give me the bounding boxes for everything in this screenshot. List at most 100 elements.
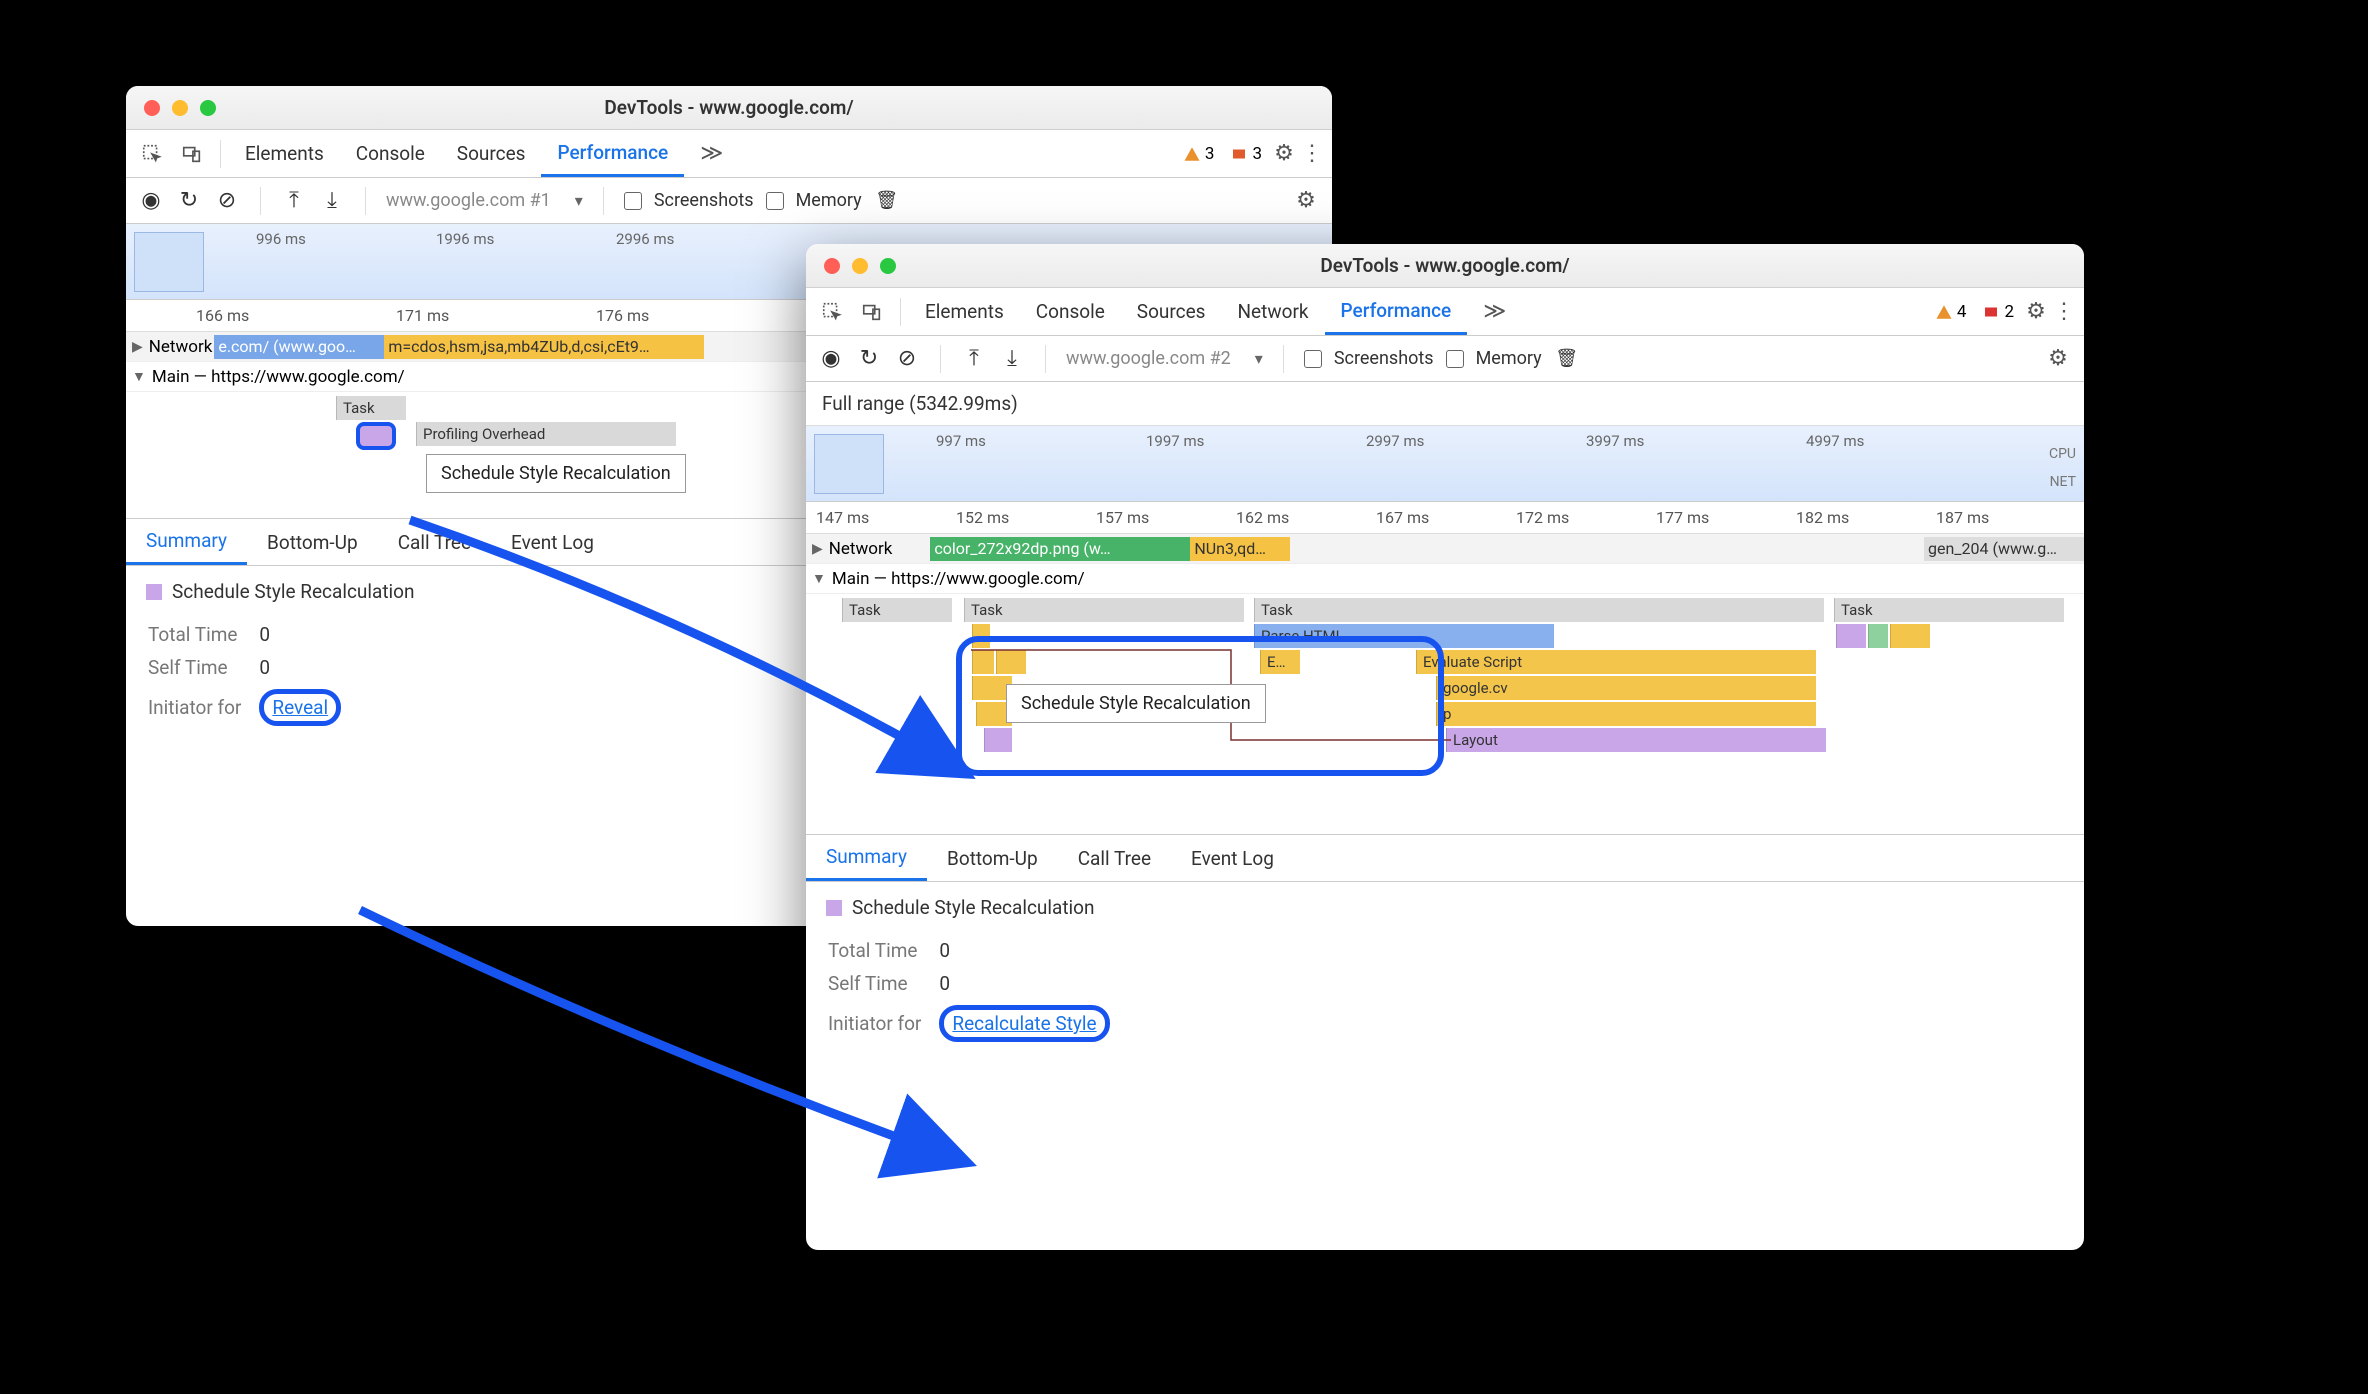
- color-swatch: [826, 900, 842, 916]
- flame-bar-task[interactable]: Task: [336, 396, 406, 420]
- flame-bar-p[interactable]: p: [1436, 702, 1816, 726]
- recording-select[interactable]: www.google.com #1: [386, 190, 551, 211]
- tab-elements[interactable]: Elements: [909, 288, 1020, 335]
- flame-bar-layout[interactable]: Layout: [1446, 728, 1826, 752]
- settings-icon[interactable]: ⚙: [1270, 141, 1298, 166]
- screenshots-checkbox[interactable]: [624, 192, 642, 210]
- flame-bar-task[interactable]: Task: [964, 598, 1244, 622]
- chevron-down-icon[interactable]: ▼: [132, 368, 146, 385]
- gc-icon[interactable]: 🗑: [1554, 348, 1580, 369]
- gc-icon[interactable]: 🗑: [874, 190, 900, 211]
- kebab-menu-icon[interactable]: ⋮: [2050, 299, 2078, 324]
- device-icon[interactable]: [176, 138, 208, 170]
- network-item[interactable]: gen_204 (www.g…: [1924, 537, 2084, 561]
- main-tabbar: Elements Console Sources Performance ≫ 3…: [126, 130, 1332, 178]
- tabs-overflow-icon[interactable]: ≫: [684, 130, 739, 177]
- zoom-window-icon[interactable]: [880, 258, 896, 274]
- warnings-badge[interactable]: 3: [1183, 144, 1215, 164]
- flame-bar-selected[interactable]: [356, 422, 396, 450]
- warnings-badge[interactable]: 4: [1935, 302, 1967, 322]
- chevron-right-icon[interactable]: ▶: [812, 541, 823, 557]
- devtools-window-2: DevTools - www.google.com/ Elements Cons…: [806, 244, 2084, 1250]
- flame-bar[interactable]: [1890, 624, 1930, 648]
- tab-network[interactable]: Network: [1221, 288, 1324, 335]
- reload-icon[interactable]: ↻: [856, 346, 882, 371]
- upload-icon[interactable]: ⤒: [281, 188, 307, 213]
- download-icon[interactable]: ⤓: [999, 346, 1025, 371]
- tab-elements[interactable]: Elements: [229, 130, 340, 177]
- download-icon[interactable]: ⤓: [319, 188, 345, 213]
- flame-bar-task[interactable]: Task: [842, 598, 952, 622]
- close-window-icon[interactable]: [144, 100, 160, 116]
- capture-settings-icon[interactable]: ⚙: [2044, 346, 2072, 371]
- tabs-overflow-icon[interactable]: ≫: [1467, 288, 1522, 335]
- clear-icon[interactable]: ⊘: [894, 346, 920, 371]
- tab-event-log[interactable]: Event Log: [491, 519, 614, 565]
- tab-call-tree[interactable]: Call Tree: [1058, 835, 1171, 881]
- flame-bar[interactable]: [1868, 624, 1888, 648]
- flame-bar-profiling[interactable]: Profiling Overhead: [416, 422, 676, 446]
- tab-summary[interactable]: Summary: [126, 519, 247, 565]
- memory-checkbox[interactable]: [766, 192, 784, 210]
- tab-bottom-up[interactable]: Bottom-Up: [247, 519, 378, 565]
- network-item[interactable]: m=cdos,hsm,jsa,mb4ZUb,d,csi,cEt9…: [384, 335, 704, 359]
- flame-chart[interactable]: Task Task Task Task Parse HTML E… Evalua…: [806, 594, 2084, 834]
- separator: [220, 140, 221, 168]
- record-icon[interactable]: ◉: [138, 188, 164, 213]
- main-track-header[interactable]: ▼ Main — https://www.google.com/: [806, 564, 2084, 594]
- chevron-down-icon[interactable]: ▼: [812, 570, 826, 587]
- network-item[interactable]: color_272x92dp.png (w…: [930, 537, 1190, 561]
- time-ruler[interactable]: 147 ms 152 ms 157 ms 162 ms 167 ms 172 m…: [806, 502, 2084, 534]
- tab-console[interactable]: Console: [1020, 288, 1121, 335]
- tab-summary[interactable]: Summary: [806, 835, 927, 881]
- close-window-icon[interactable]: [824, 258, 840, 274]
- upload-icon[interactable]: ⤒: [961, 346, 987, 371]
- reload-icon[interactable]: ↻: [176, 188, 202, 213]
- flame-bar-task[interactable]: Task: [1254, 598, 1824, 622]
- network-item[interactable]: NUn3,qd…: [1190, 537, 1290, 561]
- network-item[interactable]: e.com/ (www.goo…: [214, 335, 384, 359]
- tab-performance[interactable]: Performance: [1325, 288, 1468, 335]
- capture-settings-icon[interactable]: ⚙: [1292, 188, 1320, 213]
- memory-checkbox[interactable]: [1446, 350, 1464, 368]
- reveal-link[interactable]: Reveal: [272, 696, 328, 719]
- tab-console[interactable]: Console: [340, 130, 441, 177]
- record-icon[interactable]: ◉: [818, 346, 844, 371]
- network-track-header[interactable]: ▶ Network color_272x92dp.png (w… NUn3,qd…: [806, 534, 2084, 564]
- main-tabbar: Elements Console Sources Network Perform…: [806, 288, 2084, 336]
- chevron-right-icon[interactable]: ▶: [132, 339, 143, 355]
- tab-bottom-up[interactable]: Bottom-Up: [927, 835, 1058, 881]
- tab-call-tree[interactable]: Call Tree: [378, 519, 491, 565]
- annotation-callout: [956, 636, 1444, 776]
- overview-pane[interactable]: 997 ms 1997 ms 2997 ms 3997 ms 4997 ms C…: [806, 426, 2084, 502]
- dropdown-icon[interactable]: ▾: [575, 191, 583, 210]
- flame-bar[interactable]: [1836, 624, 1866, 648]
- minimize-window-icon[interactable]: [852, 258, 868, 274]
- titlebar[interactable]: DevTools - www.google.com/: [126, 86, 1332, 130]
- flame-bar-evaluate-script[interactable]: Evaluate Script: [1416, 650, 1816, 674]
- kebab-menu-icon[interactable]: ⋮: [1298, 141, 1326, 166]
- overview-thumb: [134, 232, 204, 292]
- issues-badge[interactable]: 2: [1982, 302, 2014, 322]
- color-swatch: [146, 584, 162, 600]
- inspect-icon[interactable]: [136, 138, 168, 170]
- tab-event-log[interactable]: Event Log: [1171, 835, 1294, 881]
- summary-table: Total Time0 Self Time0 Initiator forReca…: [826, 933, 1128, 1048]
- screenshots-checkbox[interactable]: [1304, 350, 1322, 368]
- recalculate-style-link[interactable]: Recalculate Style: [952, 1012, 1096, 1035]
- dropdown-icon[interactable]: ▾: [1255, 349, 1263, 368]
- zoom-window-icon[interactable]: [200, 100, 216, 116]
- inspect-icon[interactable]: [816, 296, 848, 328]
- flame-bar-task[interactable]: Task: [1834, 598, 2064, 622]
- tab-sources[interactable]: Sources: [441, 130, 542, 177]
- issues-badge[interactable]: 3: [1230, 144, 1262, 164]
- flame-bar-googlecv[interactable]: google.cv: [1436, 676, 1816, 700]
- tab-performance[interactable]: Performance: [541, 130, 684, 177]
- device-icon[interactable]: [856, 296, 888, 328]
- recording-select[interactable]: www.google.com #2: [1066, 348, 1231, 369]
- titlebar[interactable]: DevTools - www.google.com/: [806, 244, 2084, 288]
- minimize-window-icon[interactable]: [172, 100, 188, 116]
- settings-icon[interactable]: ⚙: [2022, 299, 2050, 324]
- tab-sources[interactable]: Sources: [1121, 288, 1222, 335]
- clear-icon[interactable]: ⊘: [214, 188, 240, 213]
